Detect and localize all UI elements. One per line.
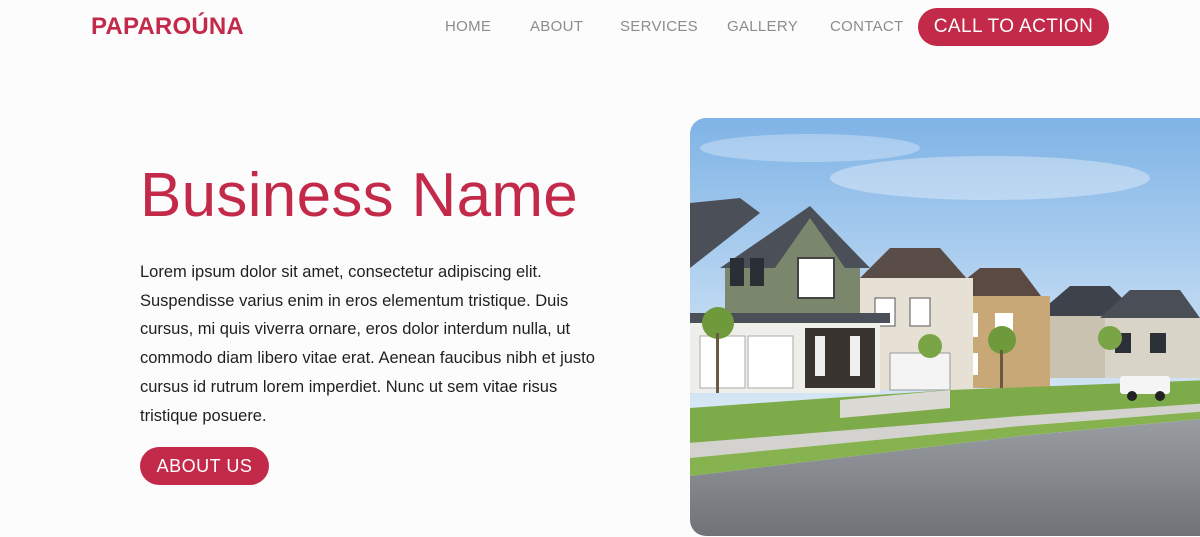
hero-image [690,118,1200,536]
about-us-button[interactable]: ABOUT US [140,447,269,485]
landing-page: PAPAROÚNA HOME ABOUT SERVICES GALLERY CO… [0,0,1200,537]
hero-title: Business Name [140,161,579,230]
hero-description: Lorem ipsum dolor sit amet, consectetur … [140,263,595,425]
call-to-action-button[interactable]: CALL TO ACTION [918,8,1109,46]
nav-link-contact[interactable]: CONTACT [830,18,903,35]
nav-link-about[interactable]: ABOUT [530,18,583,35]
site-logo[interactable]: PAPAROÚNA [91,13,244,41]
nav-link-gallery[interactable]: GALLERY [727,18,798,35]
nav-link-home[interactable]: HOME [445,18,491,35]
houses-illustration [690,118,1200,536]
nav-link-services[interactable]: SERVICES [620,18,698,35]
